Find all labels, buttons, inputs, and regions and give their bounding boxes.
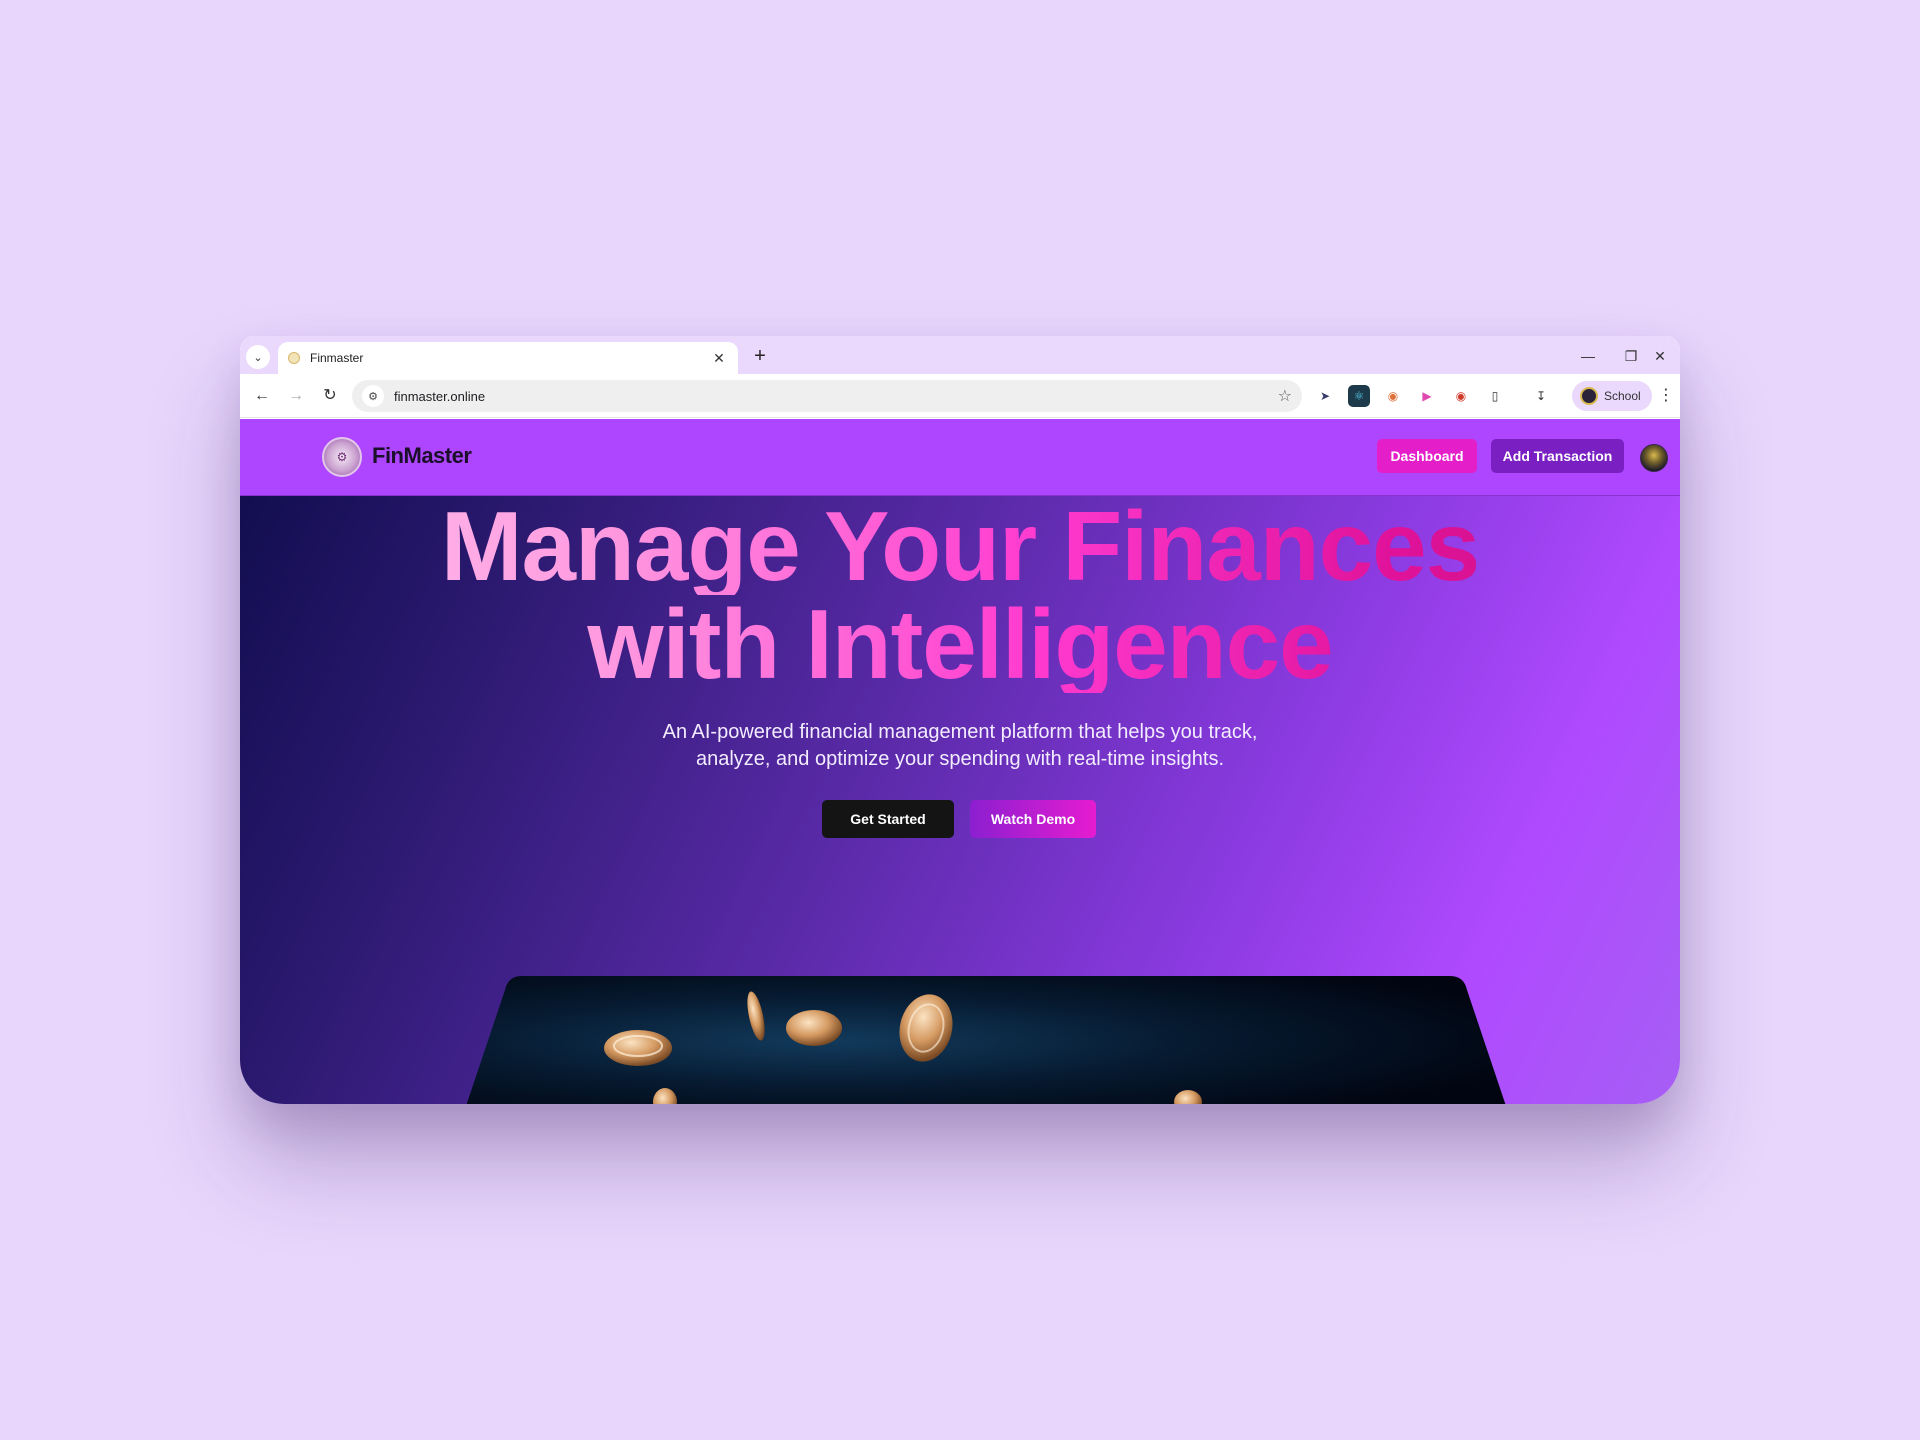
- profile-avatar: [1580, 387, 1598, 405]
- coin-icon: [786, 1010, 842, 1046]
- browser-window: ⌄ Finmaster ✕ + — ❐ ✕ ← → ↻ ⚙ finmaster.…: [240, 336, 1680, 1104]
- add-transaction-button[interactable]: Add Transaction: [1491, 439, 1624, 473]
- showcase-panel: [466, 976, 1506, 1104]
- url-text[interactable]: finmaster.online: [394, 389, 1278, 404]
- tab-strip: ⌄ Finmaster ✕ + — ❐ ✕: [240, 336, 1680, 374]
- logo-icon[interactable]: ⚙: [322, 437, 362, 477]
- tab-finmaster[interactable]: Finmaster ✕: [278, 342, 738, 374]
- react-extension-icon[interactable]: ⚛: [1348, 385, 1370, 407]
- hero-subtitle-line-1: An AI-powered financial management platf…: [662, 721, 1258, 743]
- browser-toolbar: ← → ↻ ⚙ finmaster.online ☆ ➤ ⚛ ◉ ▶ ◉ ▯ ↧…: [240, 374, 1680, 418]
- dashboard-button[interactable]: Dashboard: [1377, 439, 1477, 473]
- back-icon[interactable]: ←: [250, 384, 274, 408]
- reload-icon[interactable]: ↻: [318, 384, 342, 408]
- tab-search-icon[interactable]: ⌄: [246, 345, 270, 369]
- plus-icon[interactable]: +: [748, 344, 772, 368]
- hero-title-line-2: with Intelligence: [240, 595, 1680, 693]
- finmaster-page: ⚙ FinMaster Dashboard Add Transaction Ma…: [240, 419, 1680, 1104]
- profile-chip[interactable]: School: [1572, 381, 1652, 411]
- get-started-button[interactable]: Get Started: [822, 800, 954, 838]
- window-close-icon[interactable]: ✕: [1648, 344, 1672, 368]
- logo-text[interactable]: FinMaster: [372, 443, 472, 469]
- hero-subtitle-line-2: analyze, and optimize your spending with…: [695, 748, 1225, 770]
- site-header: ⚙ FinMaster Dashboard Add Transaction: [240, 419, 1680, 496]
- user-avatar[interactable]: [1640, 444, 1668, 472]
- extension-icon[interactable]: ◉: [1382, 385, 1404, 407]
- extension-icon[interactable]: ◉: [1450, 385, 1472, 407]
- download-icon[interactable]: ↧: [1530, 385, 1552, 407]
- restore-icon[interactable]: ❐: [1619, 344, 1643, 368]
- profile-name: School: [1604, 389, 1641, 403]
- close-icon[interactable]: ✕: [710, 350, 728, 367]
- hero-subtitle: An AI-powered financial management platf…: [560, 719, 1360, 773]
- cursor-extension-icon[interactable]: ➤: [1314, 385, 1336, 407]
- puzzle-icon[interactable]: ▯: [1484, 385, 1506, 407]
- tab-title: Finmaster: [310, 351, 364, 365]
- extension-icon[interactable]: ▶: [1416, 385, 1438, 407]
- watch-demo-button[interactable]: Watch Demo: [970, 800, 1096, 838]
- minimize-icon[interactable]: —: [1576, 344, 1600, 368]
- hero-title-line-1: Manage Your Finances: [240, 497, 1680, 595]
- kebab-menu-icon[interactable]: ⋮: [1656, 384, 1676, 408]
- hero-title: Manage Your Finances with Intelligence: [240, 497, 1680, 693]
- address-bar[interactable]: ⚙ finmaster.online ☆: [352, 380, 1302, 412]
- forward-icon[interactable]: →: [284, 384, 308, 408]
- site-info-icon[interactable]: ⚙: [362, 385, 384, 407]
- star-icon[interactable]: ☆: [1278, 386, 1292, 406]
- favicon-icon: [288, 352, 300, 364]
